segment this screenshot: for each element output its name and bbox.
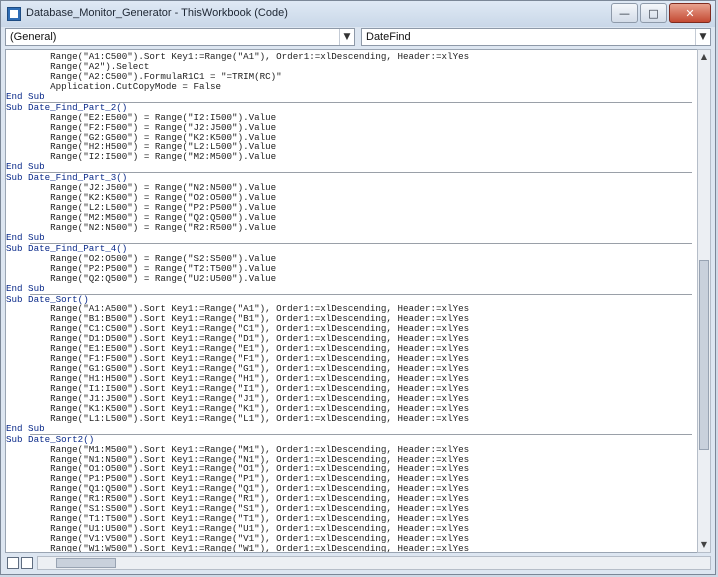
object-dropdown-value: (General): [10, 31, 57, 43]
minimize-button[interactable]: —: [611, 3, 638, 23]
chevron-down-icon[interactable]: ▼: [339, 29, 354, 45]
title-bar: Database_Monitor_Generator - ThisWorkboo…: [1, 1, 715, 27]
code-line: Range("L1:L500").Sort Key1:=Range("L1"),…: [6, 412, 470, 424]
vertical-scrollbar[interactable]: ▲ ▼: [697, 49, 711, 553]
vba-editor-window: Database_Monitor_Generator - ThisWorkboo…: [0, 0, 716, 575]
code-line: Range("I2:I500") = Range("M2:M500").Valu…: [6, 151, 277, 163]
code-line: End Sub: [6, 231, 45, 243]
code-lines: Range("A1:C500").Sort Key1:=Range("A1"),…: [6, 52, 698, 553]
code-line: Range("F2:F500") = Range("J2:J500").Valu…: [6, 121, 277, 133]
object-dropdown[interactable]: (General) ▼: [5, 28, 355, 46]
procedure-view-icon[interactable]: [7, 557, 19, 569]
code-line: End Sub: [6, 422, 45, 434]
vertical-scroll-thumb[interactable]: [699, 260, 709, 450]
code-line: Range("N2:N500") = Range("R2:R500").Valu…: [6, 221, 277, 233]
full-module-view-icon[interactable]: [21, 557, 33, 569]
window-title: Database_Monitor_Generator - ThisWorkboo…: [26, 7, 288, 19]
horizontal-scroll-thumb[interactable]: [56, 558, 116, 568]
close-button[interactable]: ✕: [669, 3, 711, 23]
code-editor[interactable]: Range("A1:C500").Sort Key1:=Range("A1"),…: [5, 49, 699, 553]
window-controls: — □ ✕: [609, 3, 711, 23]
code-line: End Sub: [6, 161, 45, 173]
procedure-dropdown[interactable]: DateFind ▼: [361, 28, 711, 46]
code-line: Application.CutCopyMode = False: [6, 80, 222, 92]
chevron-down-icon[interactable]: ▼: [695, 29, 710, 45]
scroll-down-icon[interactable]: ▼: [698, 538, 710, 552]
code-line: End Sub: [6, 282, 45, 294]
code-line: End Sub: [6, 90, 45, 102]
scroll-up-icon[interactable]: ▲: [698, 50, 710, 64]
code-line: Range("M1:M500").Sort Key1:=Range("M1"),…: [6, 443, 470, 455]
code-line: Range("W1:W500").Sort Key1:=Range("W1"),…: [6, 542, 470, 553]
code-window-icon: [7, 7, 21, 21]
procedure-dropdown-value: DateFind: [366, 31, 411, 43]
editor-footer: [5, 554, 711, 572]
maximize-button[interactable]: □: [640, 3, 667, 23]
code-line: Range("Q2:Q500") = Range("U2:U500").Valu…: [6, 272, 277, 284]
horizontal-scrollbar[interactable]: [37, 556, 711, 570]
code-toolbar: (General) ▼ DateFind ▼: [5, 28, 711, 48]
